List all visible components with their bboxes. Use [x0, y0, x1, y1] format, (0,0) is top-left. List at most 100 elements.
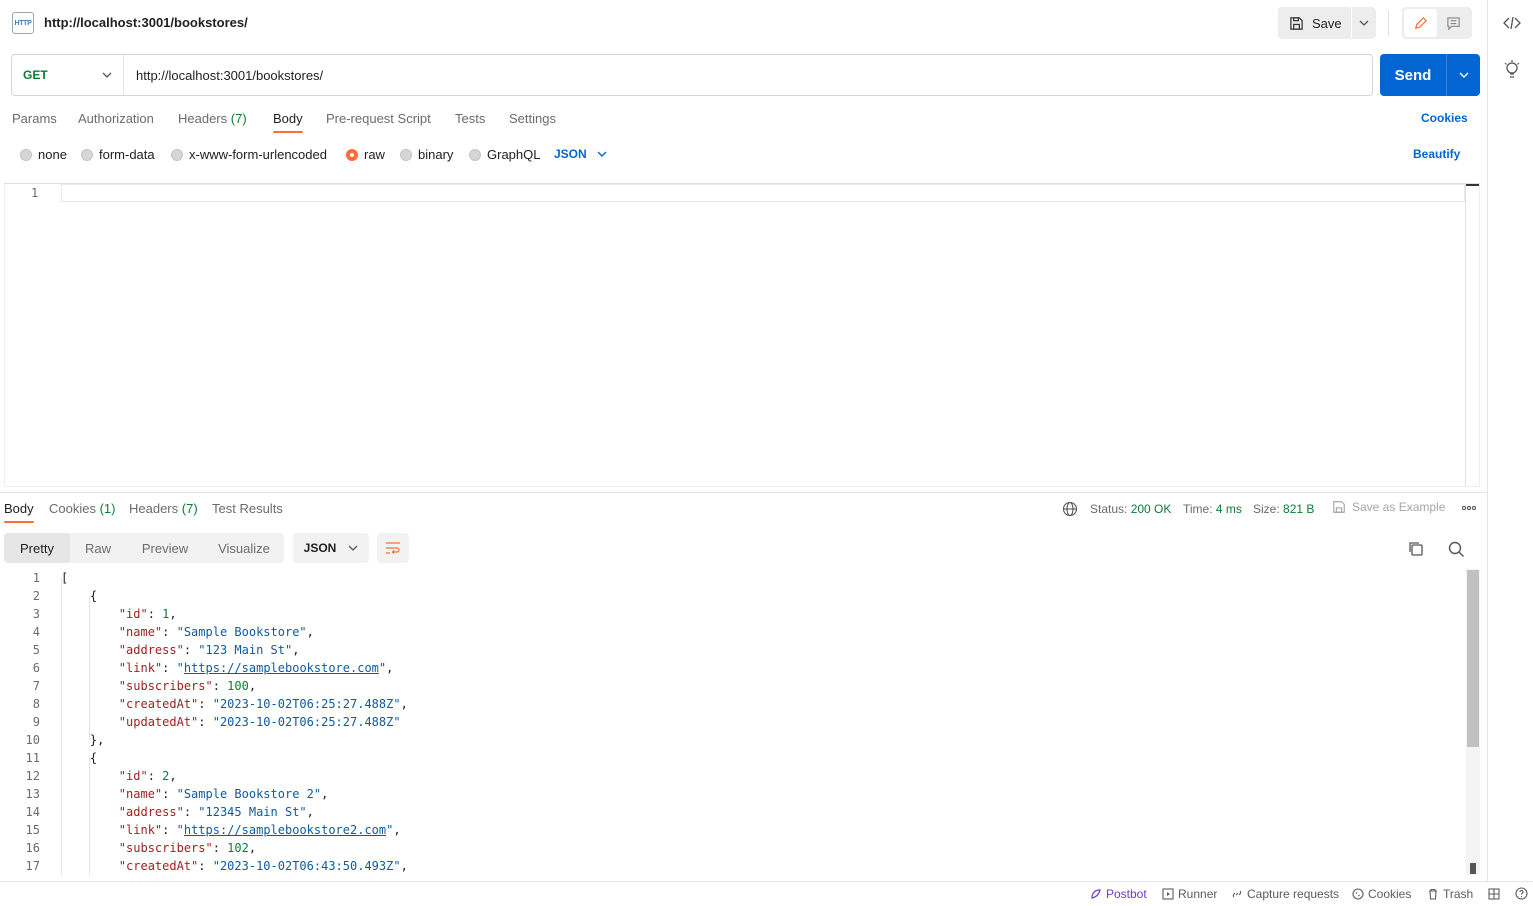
code-token: ,	[393, 823, 401, 837]
postbot-button[interactable]: Postbot	[1090, 887, 1147, 901]
lightbulb-icon[interactable]	[1503, 60, 1521, 80]
line-number: 2	[32, 589, 40, 603]
code-icon[interactable]	[1502, 13, 1522, 33]
response-scrollbar-thumb[interactable]	[1467, 570, 1479, 747]
wrap-lines-button[interactable]	[377, 533, 409, 563]
comments-button[interactable]	[1437, 9, 1470, 37]
save-as-example-button[interactable]: Save as Example	[1332, 500, 1445, 514]
ellipsis-icon	[1461, 505, 1477, 511]
response-tab-test-results[interactable]: Test Results	[212, 501, 283, 516]
response-format-select[interactable]: JSON	[293, 533, 369, 563]
body-type-urlencoded[interactable]: x-www-form-urlencoded	[171, 147, 327, 162]
save-button-group: Save	[1278, 7, 1376, 39]
view-preview[interactable]: Preview	[136, 533, 194, 563]
line-content: "subscribers": 102,	[61, 839, 256, 857]
runner-button[interactable]: Runner	[1162, 887, 1217, 901]
tab-tests[interactable]: Tests	[455, 111, 485, 135]
code-token: ,	[386, 661, 394, 675]
save-button[interactable]: Save	[1278, 7, 1352, 39]
body-type-none[interactable]: none	[20, 147, 67, 162]
body-type-raw[interactable]: raw	[346, 147, 385, 162]
body-type-form-data[interactable]: form-data	[81, 147, 155, 162]
body-type-graphql[interactable]: GraphQL	[469, 147, 540, 162]
code-token: ,	[306, 625, 314, 639]
code-token: "123 Main St"	[198, 643, 293, 657]
line-number: 5	[32, 643, 40, 657]
code-token: "2023-10-02T06:25:27.488Z"	[212, 697, 401, 711]
save-as-example-label: Save as Example	[1352, 500, 1446, 514]
trash-label: Trash	[1443, 887, 1474, 901]
method-select[interactable]: GET	[12, 55, 124, 95]
response-size: Size: 821 B	[1253, 502, 1314, 516]
code-token: :	[183, 643, 199, 657]
tab-settings[interactable]: Settings	[509, 111, 556, 135]
tab-authorization[interactable]: Authorization	[78, 111, 154, 135]
request-title[interactable]: http://localhost:3001/bookstores/	[44, 15, 248, 30]
cookies-link[interactable]: Cookies	[1421, 111, 1468, 125]
time-value: 4 ms	[1215, 502, 1242, 516]
code-token: :	[212, 841, 228, 855]
response-tab-cookies[interactable]: Cookies (1)	[49, 501, 115, 516]
code-token: {	[61, 589, 98, 603]
radio-label: none	[38, 147, 67, 162]
response-headers-label: Headers	[129, 501, 179, 516]
help-icon[interactable]	[1515, 887, 1528, 900]
response-tab-body[interactable]: Body	[4, 501, 34, 516]
view-pretty[interactable]: Pretty	[4, 533, 70, 563]
code-token: "name"	[118, 787, 163, 801]
raw-format-select[interactable]: JSON	[554, 147, 607, 161]
code-token: :	[198, 859, 213, 873]
body-type-binary[interactable]: binary	[400, 147, 453, 162]
url-bar: GET	[11, 54, 1373, 96]
tab-pre-request-script[interactable]: Pre-request Script	[326, 111, 431, 135]
code-token: :	[198, 697, 213, 711]
beautify-button[interactable]: Beautify	[1413, 147, 1460, 161]
line-content: "link": "https://samplebookstore.com",	[61, 659, 394, 677]
url-input[interactable]	[124, 56, 1372, 94]
send-button[interactable]: Send	[1380, 54, 1447, 96]
tab-params[interactable]: Params	[12, 111, 57, 135]
more-options-icon[interactable]	[1461, 500, 1477, 517]
save-icon	[1333, 501, 1345, 513]
code-token: ,	[248, 841, 257, 855]
send-dropdown-button[interactable]	[1447, 54, 1480, 96]
code-token: ,	[306, 805, 314, 819]
cookies-footer-button[interactable]: Cookies	[1352, 887, 1411, 901]
line-content: {	[61, 749, 97, 767]
line-number: 4	[32, 625, 40, 639]
method-label: GET	[23, 68, 48, 82]
indent-guide	[61, 578, 62, 875]
pane-divider[interactable]	[0, 492, 1487, 493]
comment-icon	[1447, 16, 1460, 30]
trash-button[interactable]: Trash	[1427, 887, 1473, 901]
tab-headers-count: (7)	[230, 111, 247, 126]
response-body-viewer[interactable]: 1 [2 {3 "id": 1, 4 "name": "Sample Booksto…	[0, 569, 1466, 875]
editor-scrollbar[interactable]	[1465, 184, 1480, 486]
link-token[interactable]: https://samplebookstore.com	[184, 661, 379, 675]
save-dropdown-button[interactable]	[1352, 7, 1376, 39]
response-tab-headers[interactable]: Headers (7)	[129, 501, 198, 516]
view-raw[interactable]: Raw	[78, 533, 118, 563]
link-token[interactable]: https://samplebookstore2.com	[184, 823, 386, 837]
code-token: "2023-10-02T06:43:50.493Z"	[212, 859, 401, 873]
code-token: "	[176, 661, 184, 675]
capture-requests-button[interactable]: Capture requests	[1231, 887, 1339, 901]
code-token: "Sample Bookstore"	[176, 625, 307, 639]
chevron-down-icon	[102, 72, 112, 78]
radio-label: binary	[418, 147, 454, 162]
capture-requests-label: Capture requests	[1247, 887, 1340, 901]
layout-icon[interactable]	[1488, 888, 1500, 900]
indent-guide	[89, 596, 90, 740]
search-icon[interactable]	[1447, 540, 1465, 558]
edit-mode-button[interactable]	[1404, 9, 1437, 37]
request-body-editor[interactable]	[4, 183, 1480, 487]
view-visualize[interactable]: Visualize	[212, 533, 276, 563]
copy-icon[interactable]	[1407, 540, 1425, 558]
code-token: :	[147, 607, 163, 621]
tab-headers[interactable]: Headers (7)	[178, 111, 247, 135]
code-token: "id"	[118, 607, 148, 621]
code-token: "createdAt"	[118, 697, 199, 711]
globe-icon[interactable]	[1062, 501, 1078, 517]
code-token: "subscribers"	[118, 841, 213, 855]
code-token: "link"	[118, 661, 163, 675]
